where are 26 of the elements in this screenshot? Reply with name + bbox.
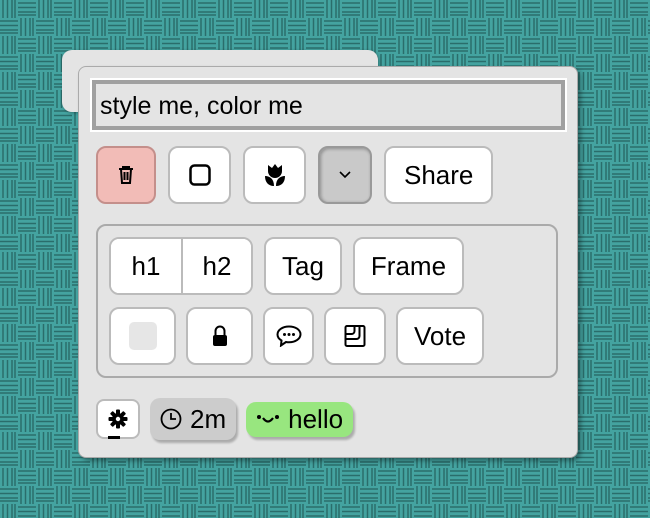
trash-icon <box>117 165 135 185</box>
chevron-down-icon <box>339 171 351 179</box>
square-icon <box>188 164 210 186</box>
clock-icon <box>160 408 182 430</box>
timer-label: 2m <box>190 404 226 434</box>
speech-bubble-icon <box>276 325 302 347</box>
sticker-icon <box>344 324 366 348</box>
share-button[interactable]: Share <box>384 146 494 204</box>
color-button[interactable] <box>109 307 176 365</box>
sticker-button[interactable] <box>324 307 386 365</box>
delete-button[interactable] <box>96 146 156 204</box>
comment-button[interactable] <box>263 307 314 365</box>
flower-button[interactable] <box>243 146 306 204</box>
text-input-field[interactable]: style me, color me <box>92 80 565 130</box>
settings-icon <box>108 409 128 429</box>
status-label: hello <box>288 404 344 434</box>
lock-button[interactable] <box>186 307 253 365</box>
toolbar-button[interactable]: Vote <box>396 307 484 365</box>
toolbar-button[interactable]: Tag <box>264 237 342 295</box>
color-swatch <box>128 322 156 350</box>
lock-icon <box>212 325 228 347</box>
toolbar-button[interactable]: Frame <box>352 237 464 295</box>
shape-button[interactable] <box>168 146 231 204</box>
settings-button[interactable] <box>96 399 140 439</box>
heading-button[interactable]: h2 <box>181 239 251 293</box>
tulip-icon <box>264 163 286 187</box>
